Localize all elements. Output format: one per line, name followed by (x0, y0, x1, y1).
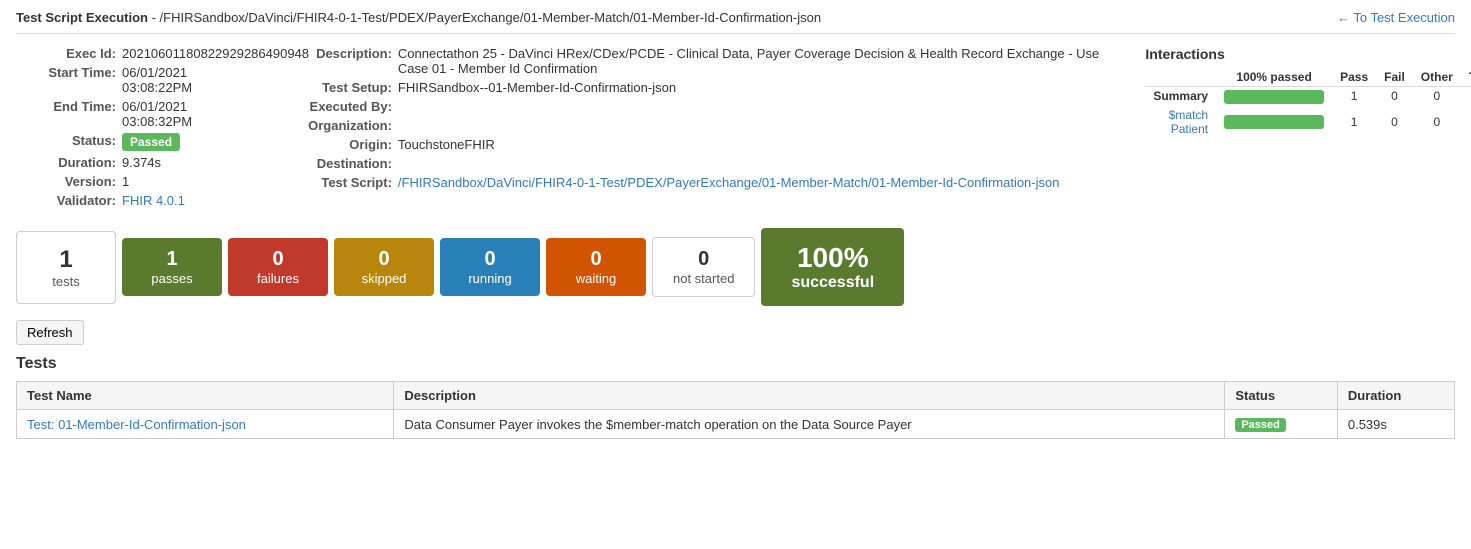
stats-row: 1 tests 1 passes 0 failures 0 skipped 0 … (16, 228, 1455, 306)
tests-stat-box: 1 tests (16, 231, 116, 304)
tests-count: 1 (37, 246, 95, 274)
interaction-other: 0 (1413, 87, 1461, 106)
col-test-name: Test Name (17, 382, 394, 410)
end-time-label: End Time: (16, 99, 116, 114)
test-setup-value: FHIRSandbox--01-Member-Id-Confirmation-j… (398, 80, 676, 95)
destination-label: Destination: (292, 156, 392, 171)
tests-label: tests (37, 274, 95, 289)
test-duration-cell: 0.539s (1337, 410, 1454, 439)
start-time-value: 06/01/2021 03:08:22PM (122, 65, 252, 95)
meta-left: Exec Id: 20210601180822929286490948 Star… (16, 46, 252, 212)
origin-label: Origin: (292, 137, 392, 152)
back-link[interactable]: ← To Test Execution (1337, 10, 1455, 25)
waiting-stat-box: 0 waiting (546, 238, 646, 296)
passes-count: 1 (142, 248, 202, 271)
duration-value: 9.374s (122, 155, 161, 170)
interaction-progress-cell (1216, 106, 1332, 138)
skipped-count: 0 (354, 248, 414, 271)
progress-bar-container (1224, 90, 1324, 104)
origin-value: TouchstoneFHIR (398, 137, 495, 152)
interaction-row: $match Patient1001 (1145, 106, 1471, 138)
progress-bar-fill (1224, 115, 1324, 129)
interaction-other: 0 (1413, 106, 1461, 138)
success-label: successful (791, 274, 874, 292)
col-description: Description (394, 382, 1225, 410)
description-value: Connectathon 25 - DaVinci HRex/CDex/PCDE… (398, 46, 1105, 76)
page-title: Test Script Execution - /FHIRSandbox/DaV… (16, 10, 821, 25)
skipped-stat-box: 0 skipped (334, 238, 434, 296)
passes-label: passes (142, 271, 202, 286)
col-duration: Duration (1337, 382, 1454, 410)
end-time-value: 06/01/2021 03:08:32PM (122, 99, 252, 129)
col-header-passed: 100% passed (1216, 68, 1332, 87)
meta-section: Exec Id: 20210601180822929286490948 Star… (16, 46, 1455, 212)
progress-bar-fill (1224, 90, 1324, 104)
tests-table-header-row: Test Name Description Status Duration (17, 382, 1455, 410)
interaction-total: 1 (1461, 106, 1471, 138)
start-time-label: Start Time: (16, 65, 116, 80)
exec-id-value: 20210601180822929286490948 (122, 46, 309, 61)
passes-stat-box: 1 passes (122, 238, 222, 296)
test-script-value: /FHIRSandbox/DaVinci/FHIR4-0-1-Test/PDEX… (398, 175, 1060, 190)
test-script-label: Test Script: (292, 175, 392, 190)
running-stat-box: 0 running (440, 238, 540, 296)
not-started-label: not started (673, 271, 734, 286)
waiting-label: waiting (566, 271, 626, 286)
interaction-summary-label: Summary (1145, 87, 1216, 106)
interaction-total: 1 (1461, 87, 1471, 106)
description-label: Description: (292, 46, 392, 61)
interaction-row: Summary1001 (1145, 87, 1471, 106)
organization-label: Organization: (292, 118, 392, 133)
interactions-title: Interactions (1145, 46, 1455, 62)
waiting-count: 0 (566, 248, 626, 271)
status-badge: Passed (122, 133, 180, 151)
col-header-empty (1145, 68, 1216, 87)
col-header-total: Total (1461, 68, 1471, 87)
running-count: 0 (460, 248, 520, 271)
test-description-cell: Data Consumer Payer invokes the $member-… (394, 410, 1225, 439)
interaction-link-label: $match Patient (1145, 106, 1216, 138)
status-label: Status: (16, 133, 116, 148)
interaction-fail: 0 (1376, 87, 1413, 106)
failures-stat-box: 0 failures (228, 238, 328, 296)
failures-count: 0 (248, 248, 308, 271)
tests-section-title: Tests (16, 355, 1455, 373)
not-started-count: 0 (673, 248, 734, 271)
test-name-cell: Test: 01-Member-Id-Confirmation-json (17, 410, 394, 439)
interaction-fail: 0 (1376, 106, 1413, 138)
running-label: running (460, 271, 520, 286)
success-box: 100% successful (761, 228, 904, 306)
validator-label: Validator: (16, 193, 116, 208)
progress-bar-container (1224, 115, 1324, 129)
col-status: Status (1225, 382, 1338, 410)
skipped-label: skipped (354, 271, 414, 286)
interaction-pass: 1 (1332, 87, 1376, 106)
exec-id-label: Exec Id: (16, 46, 116, 61)
col-header-pass: Pass (1332, 68, 1376, 87)
interactions-section: Interactions 100% passed Pass Fail Other… (1145, 46, 1455, 212)
not-started-stat-box: 0 not started (652, 237, 755, 297)
validator-value: FHIR 4.0.1 (122, 193, 185, 208)
tests-table: Test Name Description Status Duration Te… (16, 381, 1455, 439)
success-pct: 100% (791, 242, 874, 274)
meta-mid: Description: Connectathon 25 - DaVinci H… (292, 46, 1105, 212)
duration-label: Duration: (16, 155, 116, 170)
test-status-badge: Passed (1235, 418, 1286, 432)
table-row: Test: 01-Member-Id-Confirmation-json Data… (17, 410, 1455, 439)
refresh-button[interactable]: Refresh (16, 320, 84, 345)
interactions-table: 100% passed Pass Fail Other Total Summar… (1145, 68, 1471, 138)
interaction-progress-cell (1216, 87, 1332, 106)
failures-label: failures (248, 271, 308, 286)
col-header-other: Other (1413, 68, 1461, 87)
test-name-link[interactable]: Test: 01-Member-Id-Confirmation-json (27, 417, 246, 432)
executed-by-label: Executed By: (292, 99, 392, 114)
test-status-cell: Passed (1225, 410, 1338, 439)
interaction-pass: 1 (1332, 106, 1376, 138)
version-label: Version: (16, 174, 116, 189)
col-header-fail: Fail (1376, 68, 1413, 87)
version-value: 1 (122, 174, 129, 189)
test-setup-label: Test Setup: (292, 80, 392, 95)
page-header: Test Script Execution - /FHIRSandbox/DaV… (16, 10, 1455, 34)
